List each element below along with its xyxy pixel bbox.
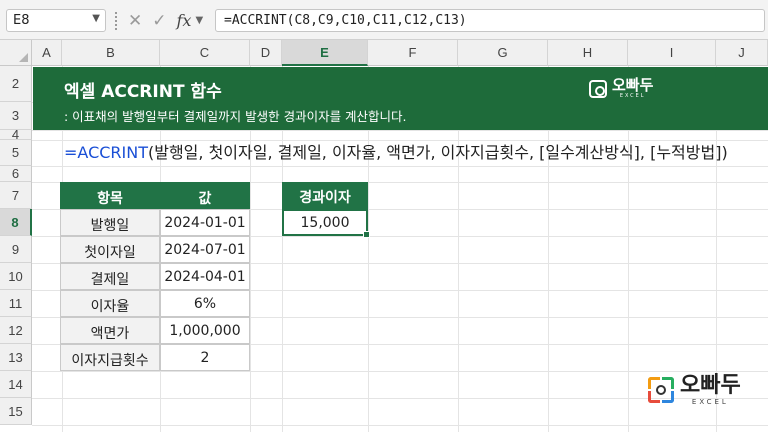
row-header-12[interactable]: 12 (0, 317, 32, 344)
table-value-cell[interactable]: 2024-01-01 (160, 209, 250, 236)
formula-input[interactable]: =ACCRINT(C8,C9,C10,C11,C12,C13) (215, 9, 765, 32)
grid-line-horizontal (32, 166, 768, 167)
name-box[interactable]: E8 ▼ (6, 9, 106, 32)
row-header-7[interactable]: 7 (0, 182, 32, 209)
column-header-e[interactable]: E (282, 40, 368, 66)
column-header-g[interactable]: G (458, 40, 548, 66)
result-header[interactable]: 경과이자 (282, 182, 368, 209)
banner-subtitle: : 이표채의 발행일부터 결제일까지 발생한 경과이자를 계산합니다. (64, 109, 407, 124)
enter-check-icon[interactable]: ✓ (152, 11, 166, 31)
select-all-button[interactable] (0, 40, 32, 66)
column-header-c[interactable]: C (160, 40, 250, 66)
row-header-6[interactable]: 6 (0, 166, 32, 182)
row-header-9[interactable]: 9 (0, 236, 32, 263)
function-name: =ACCRINT (64, 143, 148, 162)
function-syntax: =ACCRINT(발행일, 첫이자일, 결제일, 이자율, 액면가, 이자지급횟… (64, 139, 728, 163)
column-header-j[interactable]: J (716, 40, 768, 66)
banner-title: 엑셀 ACCRINT 함수 (64, 82, 222, 102)
row-header-4[interactable]: 4 (0, 128, 32, 141)
column-header-f[interactable]: F (368, 40, 458, 66)
column-header-h[interactable]: H (548, 40, 628, 66)
row-header-15[interactable]: 15 (0, 398, 32, 425)
name-box-value: E8 (13, 13, 30, 28)
table-value-cell[interactable]: 2 (160, 344, 250, 371)
oppadu-logo-icon (589, 79, 607, 98)
table-label-cell[interactable]: 이자율 (60, 290, 160, 317)
table-label-cell[interactable]: 첫이자일 (60, 236, 160, 263)
formula-bar-divider (115, 12, 117, 30)
table-label-cell[interactable]: 이자지급횟수 (60, 344, 160, 371)
table-value-cell[interactable]: 2024-07-01 (160, 236, 250, 263)
column-header-d[interactable]: D (250, 40, 282, 66)
grid-line-horizontal (32, 371, 768, 372)
row-header-13[interactable]: 13 (0, 344, 32, 371)
banner-logo: 오빠두 EXCEL (589, 78, 653, 99)
result-cell-e8[interactable]: 15,000 (282, 209, 370, 238)
row-header-2[interactable]: 2 (0, 66, 32, 102)
table-header-item[interactable]: 항목 (60, 182, 160, 209)
chevron-down-icon[interactable]: ▼ (92, 13, 100, 24)
table-header-value[interactable]: 값 (160, 182, 250, 209)
formula-bar: E8 ▼ ✕ ✓ fx ▼ =ACCRINT(C8,C9,C10,C11,C12… (0, 0, 768, 40)
oppadu-logo-icon (648, 377, 674, 403)
table-label-cell[interactable]: 액면가 (60, 317, 160, 344)
formula-bar-buttons: ✕ ✓ fx ▼ (128, 9, 203, 32)
column-header-i[interactable]: I (628, 40, 716, 66)
row-header-3[interactable]: 3 (0, 102, 32, 130)
grid-line-horizontal (32, 130, 768, 131)
table-value-cell[interactable]: 1,000,000 (160, 317, 250, 344)
banner-logo-text: 오빠두 (612, 76, 654, 94)
table-label-cell[interactable]: 결제일 (60, 263, 160, 290)
row-header-14[interactable]: 14 (0, 371, 32, 398)
grid-line-horizontal (32, 425, 768, 426)
footer-logo-sub: EXCEL (691, 398, 729, 406)
footer-logo-text: 오빠두 (680, 373, 741, 398)
column-header-a[interactable]: A (32, 40, 62, 66)
cancel-icon[interactable]: ✕ (128, 11, 142, 31)
row-header-8[interactable]: 8 (0, 209, 32, 236)
function-arguments: (발행일, 첫이자일, 결제일, 이자율, 액면가, 이자지급횟수, [일수계산… (148, 143, 728, 162)
row-header-10[interactable]: 10 (0, 263, 32, 290)
row-header-5[interactable]: 5 (0, 140, 32, 166)
row-header-11[interactable]: 11 (0, 290, 32, 317)
footer-logo: 오빠두 EXCEL (648, 374, 741, 406)
column-header-b[interactable]: B (62, 40, 160, 66)
table-value-cell[interactable]: 2024-04-01 (160, 263, 250, 290)
insert-function-icon[interactable]: fx (177, 11, 192, 30)
table-label-cell[interactable]: 발행일 (60, 209, 160, 236)
table-value-cell[interactable]: 6% (160, 290, 250, 317)
chevron-down-icon[interactable]: ▼ (195, 15, 203, 26)
